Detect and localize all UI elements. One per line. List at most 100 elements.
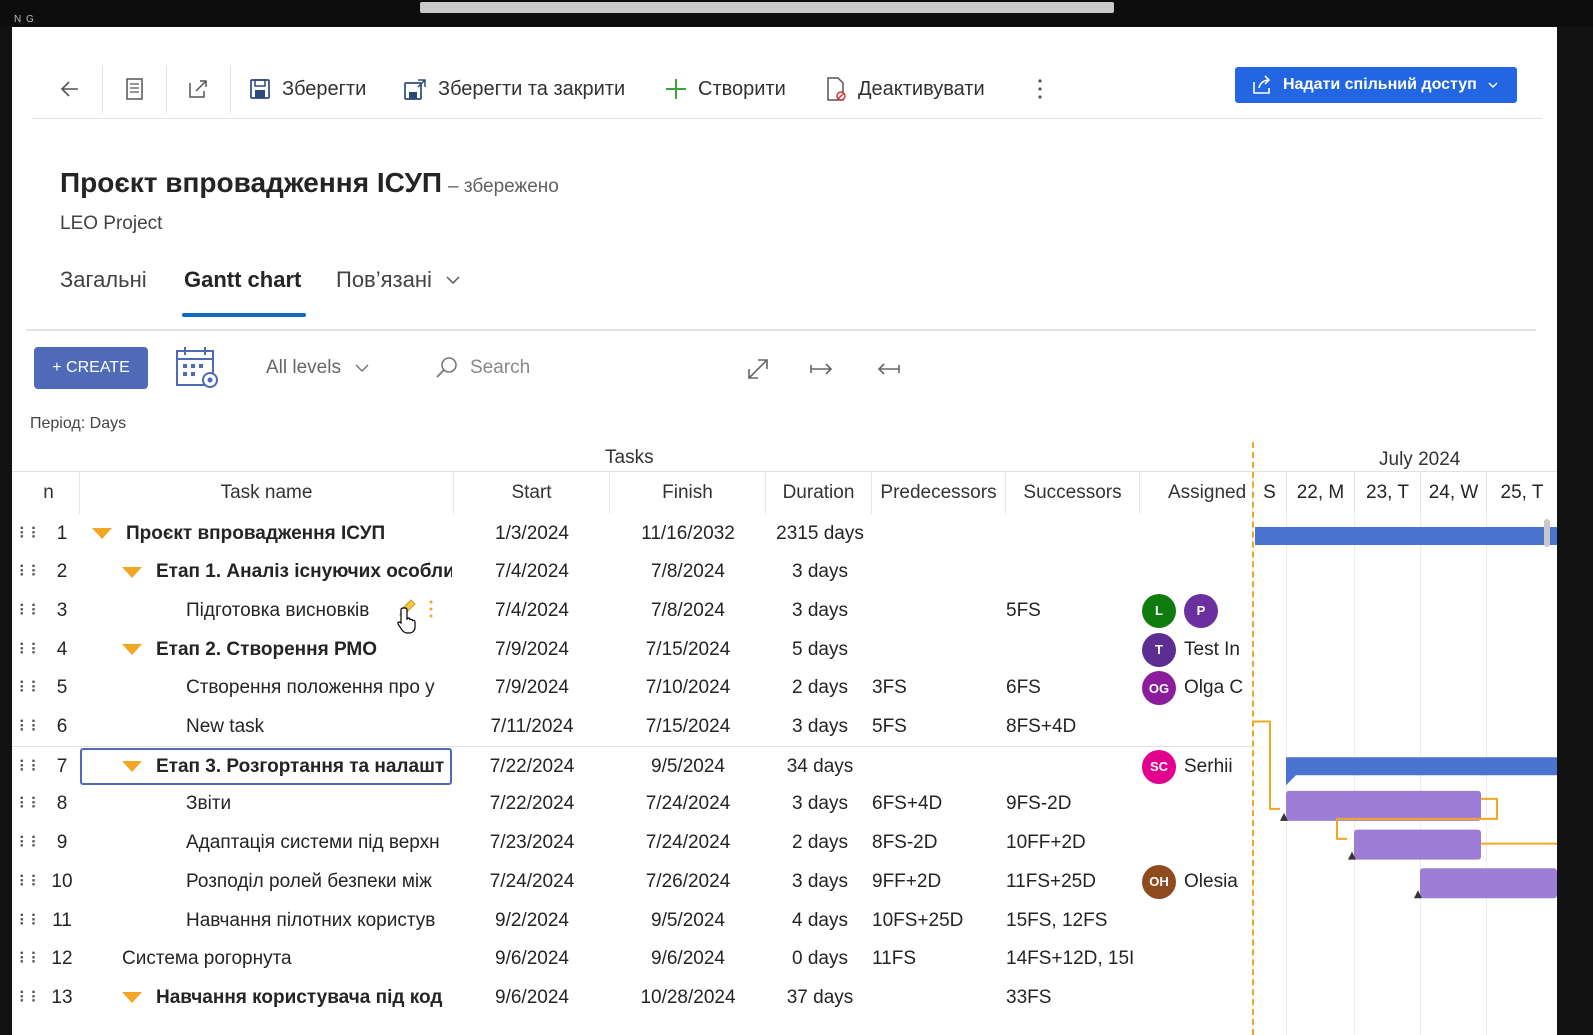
levels-dropdown[interactable]: All levels [266, 357, 371, 379]
record-view-button[interactable] [124, 73, 156, 105]
collapse-icon[interactable] [92, 528, 112, 539]
task-assigned[interactable] [1142, 785, 1252, 824]
task-name[interactable]: New task [82, 708, 452, 747]
col-finish[interactable]: Finish [610, 472, 766, 514]
task-name[interactable]: Етап 2. Створення РМО [82, 630, 452, 669]
drag-handle-icon[interactable]: ⠇⠇ [18, 940, 42, 979]
task-successors[interactable]: 10FF+2D [1006, 824, 1138, 863]
save-and-close-button[interactable]: Зберегти та закрити [402, 73, 625, 105]
gantt-search[interactable]: Search [434, 355, 530, 381]
task-predecessors[interactable] [872, 747, 1004, 786]
task-finish[interactable]: 7/24/2024 [610, 785, 766, 824]
table-row[interactable]: ⠇⠇ 4 Етап 2. Створення РМО 7/9/2024 7/15… [12, 630, 1252, 669]
save-button[interactable]: Зберегти [248, 73, 366, 105]
task-start[interactable]: 7/4/2024 [454, 591, 610, 630]
col-task-name[interactable]: Task name [80, 472, 454, 514]
col-successors[interactable]: Successors [1006, 472, 1140, 514]
tab-gantt-chart[interactable]: Gantt chart [184, 267, 301, 293]
task-successors[interactable]: 14FS+12D, 15I [1006, 940, 1138, 979]
task-successors[interactable] [1006, 747, 1138, 786]
task-bar-10[interactable] [1420, 868, 1557, 899]
drag-handle-icon[interactable]: ⠇⠇ [18, 630, 42, 669]
deactivate-button[interactable]: Деактивувати [824, 73, 985, 105]
task-successors[interactable] [1006, 630, 1138, 669]
task-successors[interactable]: 8FS+4D [1006, 708, 1138, 747]
task-assigned[interactable]: OH Olesia [1142, 862, 1252, 901]
task-duration[interactable]: 2 days [766, 669, 874, 708]
task-name[interactable]: Навчання користувача під код [82, 978, 452, 1017]
vertical-scrollbar[interactable] [1544, 519, 1550, 547]
table-row[interactable]: ⠇⠇ 3 Підготовка висновків 7/4/2024 7/8/2… [12, 591, 1252, 634]
task-start[interactable]: 9/6/2024 [454, 978, 610, 1017]
task-assigned[interactable] [1142, 514, 1252, 553]
col-assigned[interactable]: Assigned [1140, 472, 1252, 514]
task-duration[interactable]: 4 days [766, 901, 874, 940]
drag-handle-icon[interactable]: ⠇⠇ [18, 824, 42, 863]
task-bar-8[interactable] [1286, 790, 1481, 821]
task-predecessors[interactable] [872, 553, 1004, 592]
table-row[interactable]: ⠇⠇ 12 Система рогорнута 9/6/2024 9/6/202… [12, 940, 1252, 979]
task-duration[interactable]: 3 days [766, 591, 874, 630]
task-predecessors[interactable]: 11FS [872, 940, 1004, 979]
task-name[interactable]: Адаптація системи під верхн [82, 824, 452, 863]
task-successors[interactable]: 9FS-2D [1006, 785, 1138, 824]
task-predecessors[interactable]: 9FF+2D [872, 862, 1004, 901]
task-finish[interactable]: 10/28/2024 [610, 978, 766, 1017]
expand-icon[interactable] [744, 355, 772, 383]
avatar[interactable]: L [1142, 593, 1176, 628]
task-assigned[interactable] [1142, 824, 1252, 863]
window-scrollbar[interactable] [420, 2, 1114, 13]
task-finish[interactable]: 11/16/2032 [610, 514, 766, 553]
task-predecessors[interactable] [872, 978, 1004, 1017]
task-finish[interactable]: 7/24/2024 [610, 824, 766, 863]
task-successors[interactable] [1006, 514, 1138, 553]
task-predecessors[interactable] [872, 630, 1004, 669]
task-predecessors[interactable]: 8FS-2D [872, 824, 1004, 863]
summary-bar-stage-3[interactable] [1286, 757, 1557, 786]
tab-general[interactable]: Загальні [60, 267, 147, 293]
task-name[interactable]: Етап 1. Аналіз існуючих особли [82, 553, 452, 592]
task-start[interactable]: 7/22/2024 [454, 747, 610, 786]
drag-handle-icon[interactable]: ⠇⠇ [18, 862, 42, 901]
table-row[interactable]: ⠇⠇ 1 Проєкт впровадження ІСУП 1/3/2024 1… [12, 514, 1252, 553]
task-successors[interactable]: 6FS [1006, 669, 1138, 708]
task-finish[interactable]: 9/6/2024 [610, 940, 766, 979]
task-assigned[interactable]: OG Olga C [1142, 669, 1252, 708]
task-predecessors[interactable]: 6FS+4D [872, 785, 1004, 824]
col-n[interactable]: n [18, 472, 80, 514]
calendar-settings-icon[interactable] [174, 345, 222, 391]
avatar[interactable]: P [1184, 593, 1218, 628]
task-duration[interactable]: 3 days [766, 785, 874, 824]
task-duration[interactable]: 3 days [766, 708, 874, 747]
avatar[interactable]: SC [1142, 749, 1176, 784]
drag-handle-icon[interactable]: ⠇⠇ [18, 669, 42, 708]
task-name[interactable]: Звіти [82, 785, 452, 824]
table-row[interactable]: ⠇⠇ 8 Звіти 7/22/2024 7/24/2024 3 days 6F… [12, 785, 1252, 824]
task-start[interactable]: 7/9/2024 [454, 669, 610, 708]
table-row[interactable]: ⠇⠇ 6 New task 7/11/2024 7/15/2024 3 days… [12, 708, 1252, 747]
task-assigned[interactable]: SC Serhii [1142, 747, 1252, 786]
drag-handle-icon[interactable]: ⠇⠇ [18, 978, 42, 1017]
task-start[interactable]: 7/22/2024 [454, 785, 610, 824]
drag-handle-icon[interactable]: ⠇⠇ [18, 785, 42, 824]
task-finish[interactable]: 9/5/2024 [610, 747, 766, 786]
task-start[interactable]: 7/9/2024 [454, 630, 610, 669]
task-assigned[interactable]: LP [1142, 591, 1252, 630]
task-assigned[interactable]: T Test In [1142, 630, 1252, 669]
table-row[interactable]: ⠇⠇ 7 Етап 3. Розгортання та налашт 7/22/… [12, 746, 1252, 786]
avatar[interactable]: T [1142, 632, 1176, 667]
create-new-button[interactable]: Створити [664, 73, 786, 105]
more-commands-button[interactable] [1032, 73, 1058, 105]
task-duration[interactable]: 5 days [766, 630, 874, 669]
task-duration[interactable]: 3 days [766, 862, 874, 901]
task-assigned[interactable] [1142, 901, 1252, 940]
task-finish[interactable]: 7/10/2024 [610, 669, 766, 708]
row-more-icon[interactable] [426, 599, 436, 621]
drag-handle-icon[interactable]: ⠇⠇ [18, 591, 42, 630]
task-duration[interactable]: 0 days [766, 940, 874, 979]
drag-handle-icon[interactable]: ⠇⠇ [18, 901, 42, 940]
task-finish[interactable]: 9/5/2024 [610, 901, 766, 940]
task-duration[interactable]: 3 days [766, 553, 874, 592]
task-bar-9[interactable] [1354, 829, 1481, 860]
scroll-left-icon[interactable] [874, 355, 902, 383]
